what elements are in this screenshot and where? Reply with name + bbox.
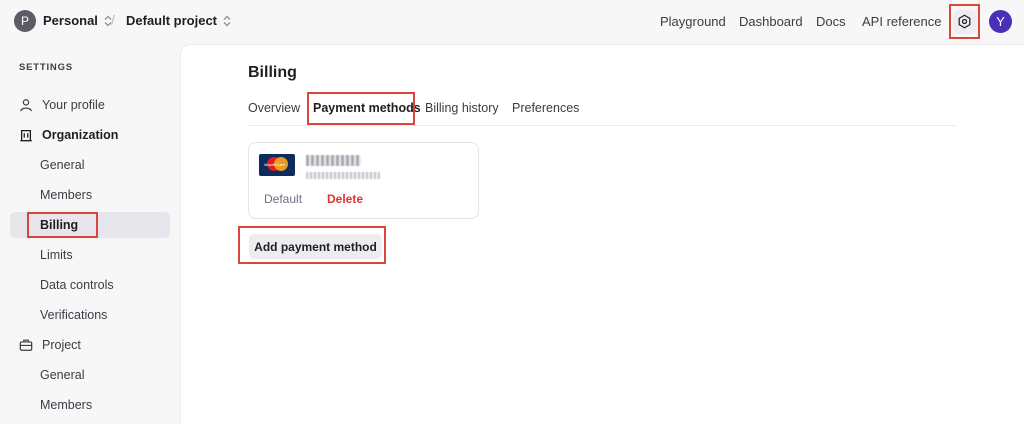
sidebar-item-project-general[interactable]: General	[10, 362, 170, 388]
nav-playground[interactable]: Playground	[660, 14, 726, 29]
sidebar-item-label: Data controls	[40, 278, 114, 292]
briefcase-icon	[18, 337, 34, 353]
sidebar-item-label: Your profile	[42, 98, 105, 112]
nav-dashboard[interactable]: Dashboard	[739, 14, 803, 29]
sidebar-item-label: Project	[42, 338, 81, 352]
sidebar-item-data-controls[interactable]: Data controls	[10, 272, 170, 298]
default-label: Default	[264, 192, 303, 206]
settings-button[interactable]	[952, 9, 977, 34]
mastercard-logo: MasterCard	[259, 154, 295, 176]
building-icon	[18, 127, 34, 143]
org-name: Personal	[43, 13, 98, 28]
breadcrumb-separator: /	[111, 12, 115, 28]
sidebar-item-project[interactable]: Project	[10, 332, 170, 358]
nav-docs[interactable]: Docs	[816, 14, 846, 29]
org-switcher[interactable]: Personal	[43, 13, 112, 28]
sidebar: SETTINGS Your profile Organization Gener…	[0, 44, 180, 424]
sidebar-item-label: General	[40, 368, 85, 382]
sidebar-item-label: Organization	[42, 128, 119, 142]
delete-link[interactable]: Delete	[327, 192, 363, 206]
tab-preferences[interactable]: Preferences	[512, 101, 579, 115]
gear-icon	[958, 14, 971, 29]
payment-method-card: MasterCard Default Delete	[248, 142, 479, 219]
sidebar-heading: SETTINGS	[19, 62, 73, 73]
sidebar-item-label: Members	[40, 398, 93, 412]
payment-methods-highlight	[307, 92, 415, 125]
main-panel: Billing Overview Payment methods Billing…	[180, 44, 1024, 424]
sidebar-item-project-members[interactable]: Members	[10, 392, 170, 418]
top-bar: P Personal / Default project Playground …	[0, 0, 1024, 44]
org-avatar[interactable]: P	[14, 10, 36, 32]
chevron-up-down-icon	[223, 15, 231, 27]
project-switcher[interactable]: Default project	[126, 13, 231, 28]
sidebar-item-limits[interactable]: Limits	[10, 242, 170, 268]
card-expiry-redacted	[306, 172, 380, 179]
tab-overview[interactable]: Overview	[248, 101, 300, 115]
card-brand: MasterCard	[264, 162, 285, 167]
project-name: Default project	[126, 13, 218, 28]
sidebar-item-label: Limits	[40, 248, 73, 262]
sidebar-item-label: General	[40, 158, 85, 172]
add-payment-method-highlight	[238, 226, 386, 264]
sidebar-item-your-profile[interactable]: Your profile	[10, 92, 170, 118]
tab-billing-history[interactable]: Billing history	[425, 101, 499, 115]
tabs-divider	[248, 125, 956, 126]
card-number-redacted	[306, 155, 361, 166]
settings-highlight	[949, 4, 980, 39]
nav-api-reference[interactable]: API reference	[862, 14, 942, 29]
person-icon	[18, 97, 34, 113]
billing-highlight	[27, 212, 98, 238]
sidebar-item-organization[interactable]: Organization	[10, 122, 170, 148]
sidebar-item-label: Verifications	[40, 308, 108, 322]
sidebar-item-verifications[interactable]: Verifications	[10, 302, 170, 328]
sidebar-item-org-general[interactable]: General	[10, 152, 170, 178]
sidebar-item-org-members[interactable]: Members	[10, 182, 170, 208]
sidebar-item-label: Members	[40, 188, 93, 202]
page-title: Billing	[248, 64, 297, 81]
user-avatar[interactable]: Y	[989, 10, 1012, 33]
